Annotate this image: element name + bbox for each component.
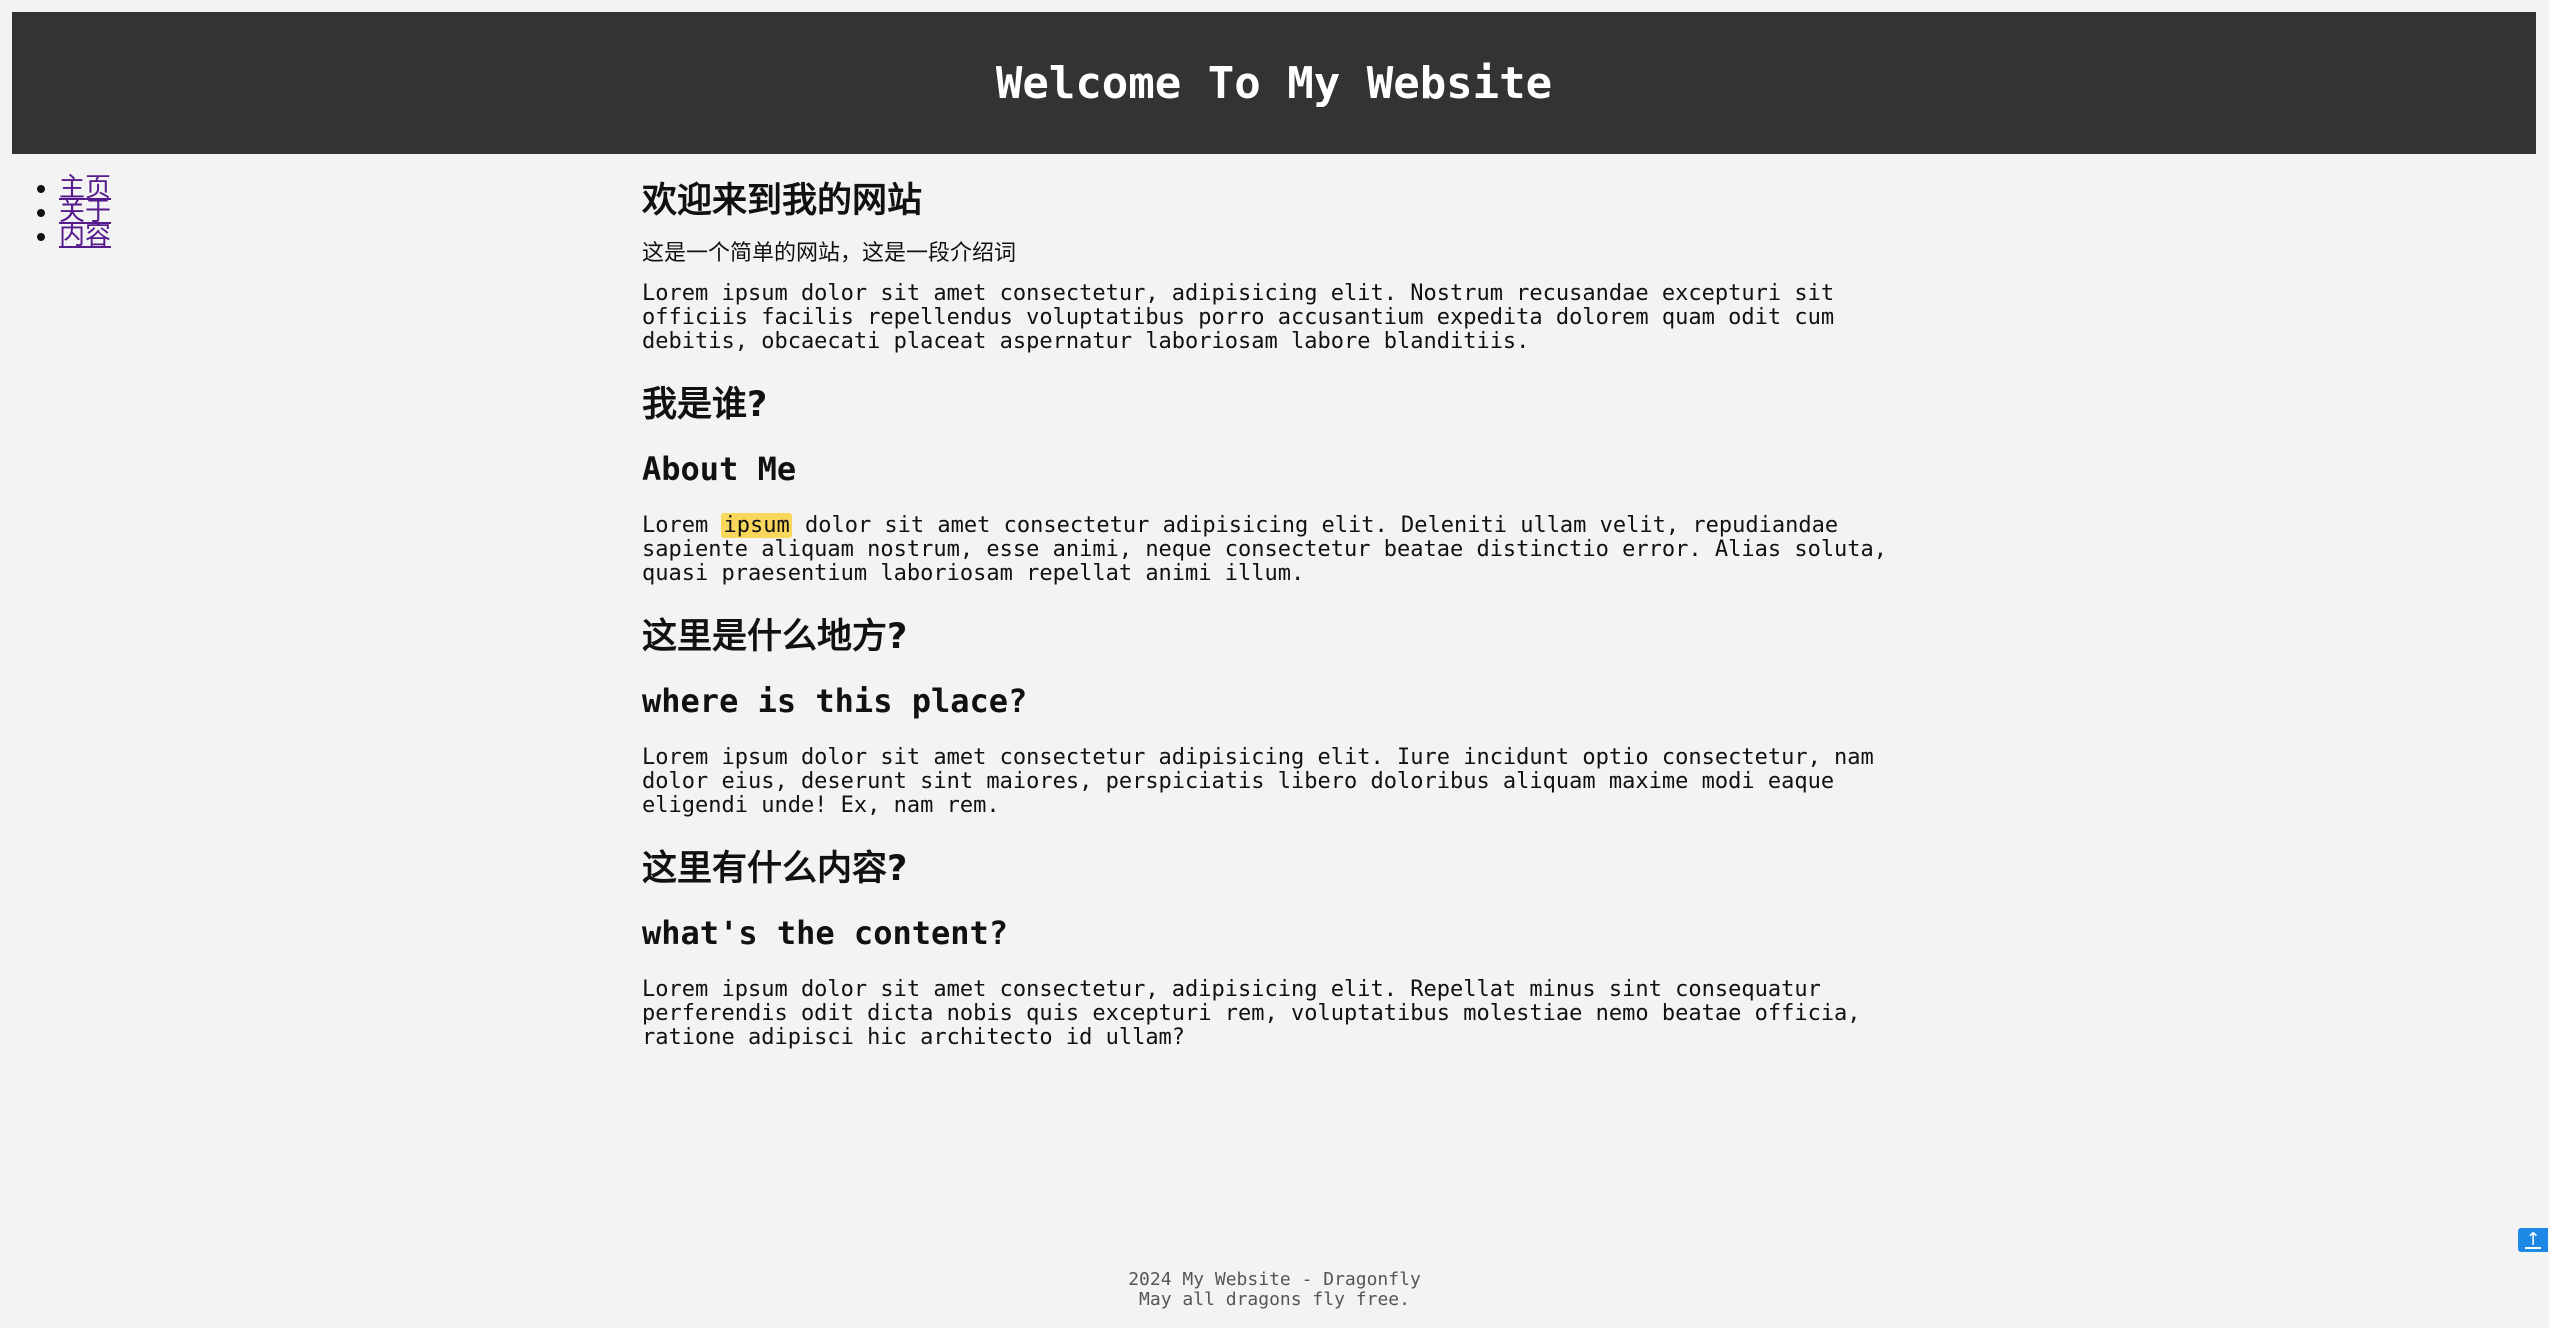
side-nav: 主页 关于 内容: [16, 175, 111, 251]
section-about: 我是谁? About Me Lorem ipsum dolor sit amet…: [642, 380, 1932, 586]
place-heading-cn: 这里是什么地方?: [642, 617, 908, 657]
site-header: Welcome To My Website: [12, 12, 2536, 154]
about-heading-cn: 我是谁?: [642, 385, 768, 425]
site-footer: 2024 My Website - Dragonfly May all drag…: [0, 1270, 2549, 1310]
place-paragraph: Lorem ipsum dolor sit amet consectetur a…: [642, 745, 1874, 818]
about-heading-en: About Me: [642, 450, 797, 488]
content-paragraph: Lorem ipsum dolor sit amet consectetur, …: [642, 977, 1861, 1050]
arrow-up-icon: ↑: [2525, 1229, 2541, 1250]
welcome-heading: 欢迎来到我的网站: [642, 181, 923, 221]
footer-copyright: 2024 My Website - Dragonfly: [1128, 1269, 1421, 1290]
nav-item-content: 内容: [59, 221, 111, 251]
nav-link-content[interactable]: 内容: [59, 221, 111, 251]
about-paragraph-lead: Lorem: [642, 513, 722, 538]
intro-text: 这是一个简单的网站，这是一段介绍词: [642, 241, 1017, 266]
content-heading-en: what's the content?: [642, 914, 1009, 952]
section-place: 这里是什么地方? where is this place? Lorem ipsu…: [642, 612, 1932, 818]
content-heading-cn: 这里有什么内容?: [642, 849, 908, 889]
about-paragraph-rest: dolor sit amet consectetur adipisicing e…: [642, 513, 1888, 586]
section-content: 这里有什么内容? what's the content? Lorem ipsum…: [642, 844, 1932, 1050]
about-paragraph: Lorem ipsum dolor sit amet consectetur a…: [642, 513, 1932, 586]
place-heading-en: where is this place?: [642, 682, 1028, 720]
scroll-to-top-button[interactable]: ↑: [2518, 1228, 2548, 1252]
intro-paragraph: Lorem ipsum dolor sit amet consectetur, …: [642, 281, 1835, 354]
footer-tagline: May all dragons fly free.: [1139, 1289, 1410, 1310]
main-content: 欢迎来到我的网站 这是一个简单的网站，这是一段介绍词 Lorem ipsum d…: [642, 176, 1932, 1050]
page: Welcome To My Website 主页 关于 内容 欢迎来到我的网站 …: [0, 0, 2549, 1328]
site-title: Welcome To My Website: [995, 57, 1553, 109]
highlighted-word: ipsum: [721, 513, 792, 538]
nav-list: 主页 关于 内容: [16, 175, 111, 251]
